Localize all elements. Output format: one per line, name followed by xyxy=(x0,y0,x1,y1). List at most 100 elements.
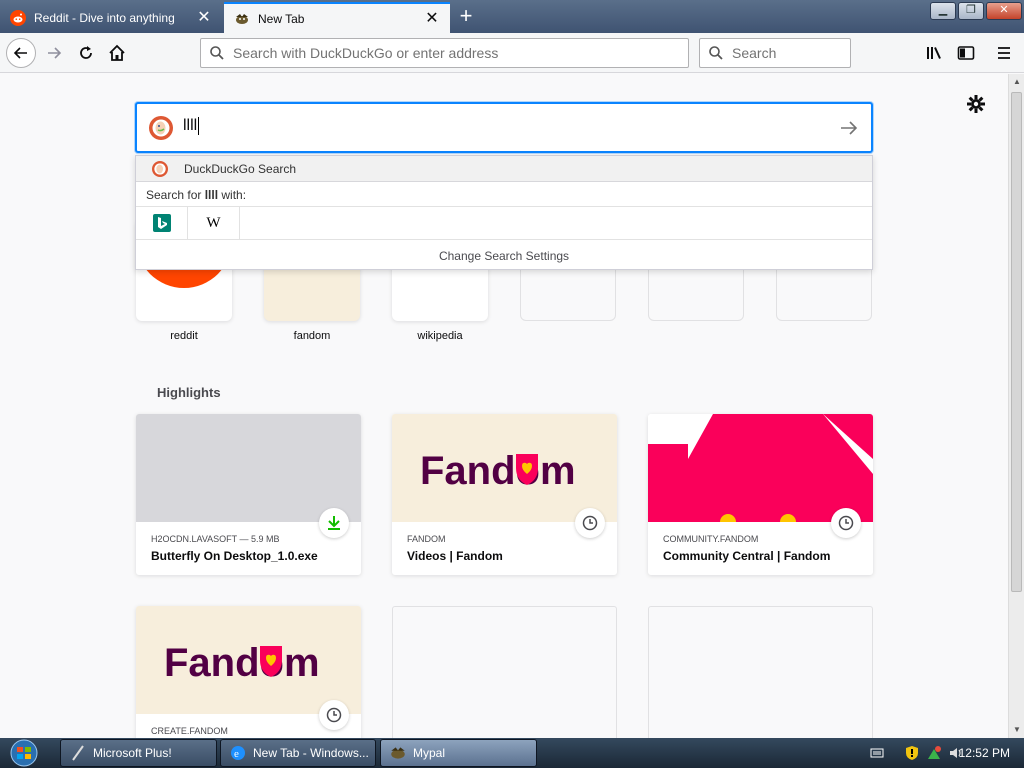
close-window-button[interactable]: ✕ xyxy=(986,2,1022,20)
engine-bing-button[interactable] xyxy=(136,206,188,240)
hamburger-menu-icon xyxy=(998,47,1010,59)
highlight-placeholder xyxy=(648,606,873,738)
menu-button[interactable] xyxy=(992,39,1016,67)
svg-text:e: e xyxy=(234,748,239,760)
taskbar-item-microsoft-plus[interactable]: Microsoft Plus! xyxy=(60,739,217,767)
top-site-label: fandom xyxy=(293,330,331,342)
close-tab-icon[interactable]: ✕ xyxy=(424,10,440,27)
home-button[interactable] xyxy=(103,39,131,67)
reload-button[interactable] xyxy=(72,39,100,67)
highlight-card[interactable]: H2OCDN.LAVASOFT — 5.9 MB Butterfly On De… xyxy=(136,414,361,575)
search-placeholder: Search xyxy=(732,45,777,61)
clock-icon xyxy=(575,508,605,538)
card-thumbnail: Fandom xyxy=(392,414,617,522)
highlight-placeholder xyxy=(392,606,617,738)
vertical-scrollbar[interactable]: ▲ ▼ xyxy=(1008,74,1024,738)
bing-icon xyxy=(152,214,171,232)
new-tab-page: reddit fandom Ω W wikipedia xyxy=(0,74,1008,738)
minimize-button[interactable]: ▁ xyxy=(930,2,956,20)
arrow-right-icon[interactable] xyxy=(839,118,859,138)
highlight-card[interactable]: Fandom CREATE.FANDOM xyxy=(136,606,361,738)
card-host: H2OCDN.LAVASOFT — 5.9 MB xyxy=(151,534,280,544)
card-thumbnail xyxy=(136,414,361,522)
gear-icon[interactable] xyxy=(966,94,986,114)
keyboard-icon[interactable] xyxy=(870,746,884,760)
fandom-logo: Fandom xyxy=(420,449,576,493)
card-title: Videos | Fandom xyxy=(407,549,503,563)
microsoft-plus-icon xyxy=(72,745,84,761)
search-suggestions-popup: DuckDuckGo Search Search for llll with: … xyxy=(135,155,873,270)
window-controls: ▁ ❐ ✕ xyxy=(930,2,1022,20)
highlight-card[interactable]: COMMUNITY.FANDOM Community Central | Fan… xyxy=(648,414,873,575)
tab-reddit[interactable]: Reddit - Dive into anything ✕ xyxy=(0,2,222,33)
card-host: COMMUNITY.FANDOM xyxy=(663,534,759,544)
task-label: New Tab - Windows... xyxy=(253,746,369,760)
security-shield-icon[interactable] xyxy=(904,745,920,761)
download-icon xyxy=(319,508,349,538)
duckduckgo-icon xyxy=(149,116,173,140)
top-site-label: reddit xyxy=(170,330,198,342)
card-thumbnail xyxy=(648,414,873,530)
mypal-icon xyxy=(391,747,405,759)
suggestion-label: DuckDuckGo Search xyxy=(184,161,297,176)
card-title: Community Central | Fandom xyxy=(663,549,831,563)
one-off-engines: W xyxy=(136,206,872,240)
tab-title: Reddit - Dive into anything xyxy=(34,10,175,25)
wikipedia-icon: W xyxy=(206,214,221,231)
search-bar[interactable]: Search xyxy=(699,38,851,68)
card-title: Butterfly On Desktop_1.0.exe xyxy=(151,549,318,563)
restore-button[interactable]: ❐ xyxy=(958,2,984,20)
search-value: llll xyxy=(183,117,200,135)
tab-new-tab[interactable]: New Tab ✕ xyxy=(224,2,450,33)
back-arrow-icon xyxy=(13,47,27,59)
newtab-search-input[interactable]: llll xyxy=(135,102,873,153)
network-icon[interactable] xyxy=(926,745,942,761)
search-icon xyxy=(709,46,723,60)
home-icon xyxy=(109,44,125,61)
clock[interactable]: 12:52 PM xyxy=(959,746,1010,760)
search-icon xyxy=(210,46,224,60)
card-host: CREATE.FANDOM xyxy=(151,726,228,736)
scroll-up-arrow-icon[interactable]: ▲ xyxy=(1009,74,1024,90)
url-bar[interactable]: Search with DuckDuckGo or enter address xyxy=(200,38,689,68)
duckduckgo-icon xyxy=(152,160,168,177)
sidebar-button[interactable] xyxy=(952,39,980,67)
scrollbar-thumb[interactable] xyxy=(1011,92,1022,592)
reload-icon xyxy=(80,46,92,59)
url-placeholder: Search with DuckDuckGo or enter address xyxy=(233,45,499,61)
sidebar-icon xyxy=(957,46,975,60)
svg-text:Fandom: Fandom xyxy=(420,449,576,493)
reddit-icon xyxy=(10,9,26,26)
tab-strip: Reddit - Dive into anything ✕ New Tab ✕ … xyxy=(0,0,1024,33)
new-tab-button[interactable]: + xyxy=(454,5,478,29)
change-search-settings-link[interactable]: Change Search Settings xyxy=(136,241,872,271)
community-central-image xyxy=(648,414,873,530)
scroll-down-arrow-icon[interactable]: ▼ xyxy=(1009,722,1024,738)
clock-icon xyxy=(319,700,349,730)
back-button[interactable] xyxy=(6,38,36,68)
card-host: FANDOM xyxy=(407,534,446,544)
task-label: Mypal xyxy=(413,746,446,760)
suggestion-duckduckgo-search[interactable]: DuckDuckGo Search xyxy=(136,156,872,182)
engine-wikipedia-button[interactable]: W xyxy=(188,206,240,240)
clock-icon xyxy=(831,508,861,538)
close-tab-icon[interactable]: ✕ xyxy=(196,9,212,26)
internet-explorer-icon: e xyxy=(231,746,245,760)
top-site-label: wikipedia xyxy=(417,330,463,342)
forward-arrow-icon xyxy=(48,47,62,59)
search-for-header: Search for llll with: xyxy=(146,188,247,202)
text-caret xyxy=(198,117,200,135)
windows-taskbar: Microsoft Plus! e New Tab - Windows... M… xyxy=(0,738,1024,768)
svg-text:Fandom: Fandom xyxy=(164,641,320,685)
windows-start-button[interactable] xyxy=(4,739,44,767)
library-button[interactable] xyxy=(921,39,949,67)
highlight-card[interactable]: Fandom FANDOM Videos | Fandom xyxy=(392,414,617,575)
taskbar-item-new-tab[interactable]: e New Tab - Windows... xyxy=(220,739,376,767)
forward-button[interactable] xyxy=(40,39,68,67)
fandom-logo: Fandom xyxy=(164,641,320,685)
highlights-heading: Highlights xyxy=(157,385,221,400)
tab-title: New Tab xyxy=(258,11,305,26)
card-thumbnail: Fandom xyxy=(136,606,361,714)
navigation-toolbar: Search with DuckDuckGo or enter address … xyxy=(0,33,1024,73)
taskbar-item-mypal[interactable]: Mypal xyxy=(380,739,537,767)
